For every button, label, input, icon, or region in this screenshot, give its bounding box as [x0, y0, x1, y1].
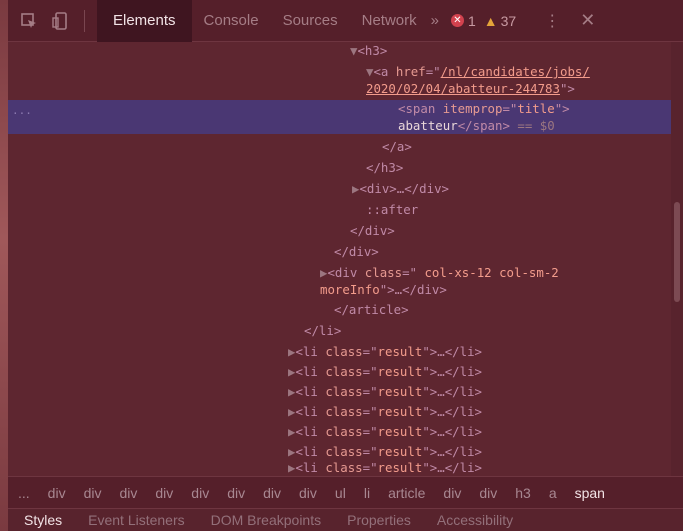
tab-sources[interactable]: Sources: [271, 0, 350, 42]
dom-node-after[interactable]: ::after: [366, 201, 418, 218]
warning-icon: ▲: [483, 12, 498, 29]
devtools-toolbar: Elements Console Sources Network » ✕ 1 ▲…: [8, 0, 683, 42]
breadcrumb-item[interactable]: div: [443, 485, 461, 501]
node-actions-dots[interactable]: ...: [12, 104, 32, 117]
dom-node-div-collapsed[interactable]: ▶<div>…</div>: [352, 180, 449, 197]
breadcrumb-item[interactable]: div: [191, 485, 209, 501]
href-link-part1[interactable]: /nl/candidates/jobs/: [441, 64, 590, 79]
dom-tree-scrollbar[interactable]: [671, 42, 683, 476]
dom-node-a[interactable]: ▼<a href="/nl/candidates/jobs/: [366, 63, 590, 80]
href-link-part2[interactable]: 2020/02/04/abatteur-244783: [366, 81, 560, 96]
breadcrumb-item[interactable]: article: [388, 485, 425, 501]
dom-node-h3[interactable]: ▼<h3>: [350, 42, 387, 59]
tab-elements[interactable]: Elements: [97, 0, 192, 42]
tab-console[interactable]: Console: [192, 0, 271, 42]
error-count: 1: [467, 12, 476, 29]
dom-node-article-close[interactable]: </article>: [334, 301, 409, 318]
device-toggle-icon[interactable]: [50, 10, 72, 32]
tab-event-listeners[interactable]: Event Listeners: [88, 512, 185, 528]
warning-count: 37: [500, 12, 517, 29]
breadcrumb-item[interactable]: div: [263, 485, 281, 501]
dom-node-moreinfo[interactable]: ▶<div class=" col-xs-12 col-sm-2: [320, 264, 559, 281]
page-background-edge: [0, 0, 8, 531]
tab-dom-breakpoints[interactable]: DOM Breakpoints: [211, 512, 321, 528]
breadcrumb-item[interactable]: li: [364, 485, 370, 501]
dom-node-span-selected[interactable]: <span itemprop="title">: [398, 100, 570, 117]
selected-node-highlight: [8, 100, 671, 134]
breadcrumb-item[interactable]: div: [48, 485, 66, 501]
more-tabs-button[interactable]: »: [431, 12, 439, 29]
breadcrumb-item[interactable]: a: [549, 485, 557, 501]
sidebar-pane-tabs: Styles Event Listeners DOM Breakpoints P…: [8, 508, 683, 531]
dom-node-span-text[interactable]: abatteur</span> == $0: [398, 117, 555, 134]
dom-node-li-result[interactable]: ▶<li class="result">…</li>: [288, 383, 482, 400]
dom-node-li-result[interactable]: ▶<li class="result">…</li>: [288, 403, 482, 420]
dom-tree: ... ▼<h3> ▼<a href="/nl/candidates/jobs/…: [8, 42, 671, 476]
error-icon: ✕: [450, 14, 464, 27]
tab-accessibility[interactable]: Accessibility: [437, 512, 513, 528]
dom-node-moreinfo-continued[interactable]: moreInfo">…</div>: [320, 281, 447, 298]
breadcrumb: ... div div div div div div div div ul l…: [8, 476, 683, 508]
breadcrumb-item[interactable]: div: [119, 485, 137, 501]
dom-node-li-result[interactable]: ▶<li class="result">…</li>: [288, 443, 482, 460]
toolbar-separator: [84, 9, 85, 32]
dom-node-li-result[interactable]: ▶<li class="result">…</li>: [288, 459, 482, 476]
warning-counter[interactable]: ▲ 37: [484, 13, 516, 29]
tab-styles[interactable]: Styles: [24, 512, 62, 528]
scrollbar-thumb[interactable]: [674, 202, 680, 302]
breadcrumb-item[interactable]: ul: [335, 485, 346, 501]
kebab-menu-icon[interactable]: ⋮: [544, 11, 560, 31]
dom-node-a-continued[interactable]: 2020/02/04/abatteur-244783">: [366, 80, 575, 97]
inspect-element-icon[interactable]: [18, 10, 40, 32]
dom-node-li-result[interactable]: ▶<li class="result">…</li>: [288, 343, 482, 360]
breadcrumb-item[interactable]: div: [84, 485, 102, 501]
breadcrumb-item[interactable]: h3: [515, 485, 531, 501]
tab-network[interactable]: Network: [350, 0, 429, 42]
dom-node-div-close[interactable]: </div>: [350, 222, 395, 239]
breadcrumb-item-current[interactable]: span: [575, 485, 605, 501]
breadcrumb-item[interactable]: div: [155, 485, 173, 501]
selected-marker: == $0: [509, 118, 555, 133]
dom-node-div-close[interactable]: </div>: [334, 243, 379, 260]
close-icon[interactable]: ✕: [580, 10, 595, 31]
breadcrumb-item[interactable]: div: [299, 485, 317, 501]
breadcrumb-more[interactable]: ...: [18, 485, 30, 501]
dom-node-li-close[interactable]: </li>: [304, 322, 341, 339]
dom-node-a-close[interactable]: </a>: [382, 138, 412, 155]
dom-node-li-result[interactable]: ▶<li class="result">…</li>: [288, 423, 482, 440]
dom-node-h3-close[interactable]: </h3>: [366, 159, 403, 176]
breadcrumb-item[interactable]: div: [479, 485, 497, 501]
breadcrumb-item[interactable]: div: [227, 485, 245, 501]
tab-properties[interactable]: Properties: [347, 512, 411, 528]
error-counter[interactable]: ✕ 1: [450, 12, 476, 29]
dom-node-li-result[interactable]: ▶<li class="result">…</li>: [288, 363, 482, 380]
